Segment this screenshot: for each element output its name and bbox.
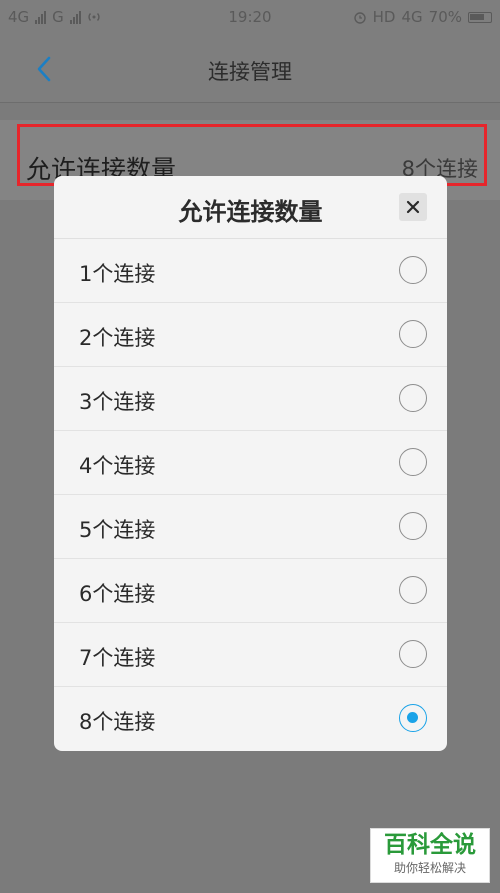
option-label: 7个连接 xyxy=(79,646,156,670)
status-bar: 4G G 19:20 HD 4G 70% xyxy=(0,0,500,36)
option-label: 4个连接 xyxy=(79,454,156,478)
radio-button-selected[interactable] xyxy=(399,704,427,732)
option-label: 2个连接 xyxy=(79,326,156,350)
close-icon xyxy=(406,200,420,214)
option-label: 6个连接 xyxy=(79,582,156,606)
battery-percent: 70% xyxy=(428,8,462,26)
option-row[interactable]: 5个连接 xyxy=(54,495,447,559)
watermark-logo: 百科全说 助你轻松解决 xyxy=(370,828,490,883)
option-row[interactable]: 3个连接 xyxy=(54,367,447,431)
watermark-title: 百科全说 xyxy=(384,832,476,858)
dialog-title: 允许连接数量 xyxy=(178,198,323,226)
option-label: 1个连接 xyxy=(79,262,156,286)
option-row[interactable]: 6个连接 xyxy=(54,559,447,623)
radio-button[interactable] xyxy=(399,512,427,540)
app-bar: 连接管理 xyxy=(0,36,500,103)
radio-button[interactable] xyxy=(399,384,427,412)
option-row[interactable]: 4个连接 xyxy=(54,431,447,495)
network-label: 4G xyxy=(401,8,423,26)
option-row[interactable]: 2个连接 xyxy=(54,303,447,367)
alarm-icon xyxy=(353,12,366,24)
radio-button[interactable] xyxy=(399,640,427,668)
radio-button[interactable] xyxy=(399,448,427,476)
hd-label: HD xyxy=(372,8,396,26)
radio-button[interactable] xyxy=(399,576,427,604)
option-label: 3个连接 xyxy=(79,390,156,414)
option-label: 5个连接 xyxy=(79,518,156,542)
connection-count-dialog: 允许连接数量 1个连接 2个连接 3个连接 4个连接 5个连接 6个连接 7个连… xyxy=(54,176,447,751)
option-row[interactable]: 1个连接 xyxy=(54,239,447,303)
dialog-header: 允许连接数量 xyxy=(54,176,447,239)
status-bar-right: HD 4G 70% xyxy=(353,8,492,26)
option-label: 8个连接 xyxy=(79,710,156,734)
watermark-subtitle: 助你轻松解决 xyxy=(393,861,466,875)
option-row[interactable]: 7个连接 xyxy=(54,623,447,687)
radio-button[interactable] xyxy=(399,256,427,284)
page-title: 连接管理 xyxy=(208,60,292,84)
close-button[interactable] xyxy=(399,193,427,221)
battery-icon xyxy=(468,11,492,23)
radio-button[interactable] xyxy=(399,320,427,348)
option-row[interactable]: 8个连接 xyxy=(54,687,447,751)
